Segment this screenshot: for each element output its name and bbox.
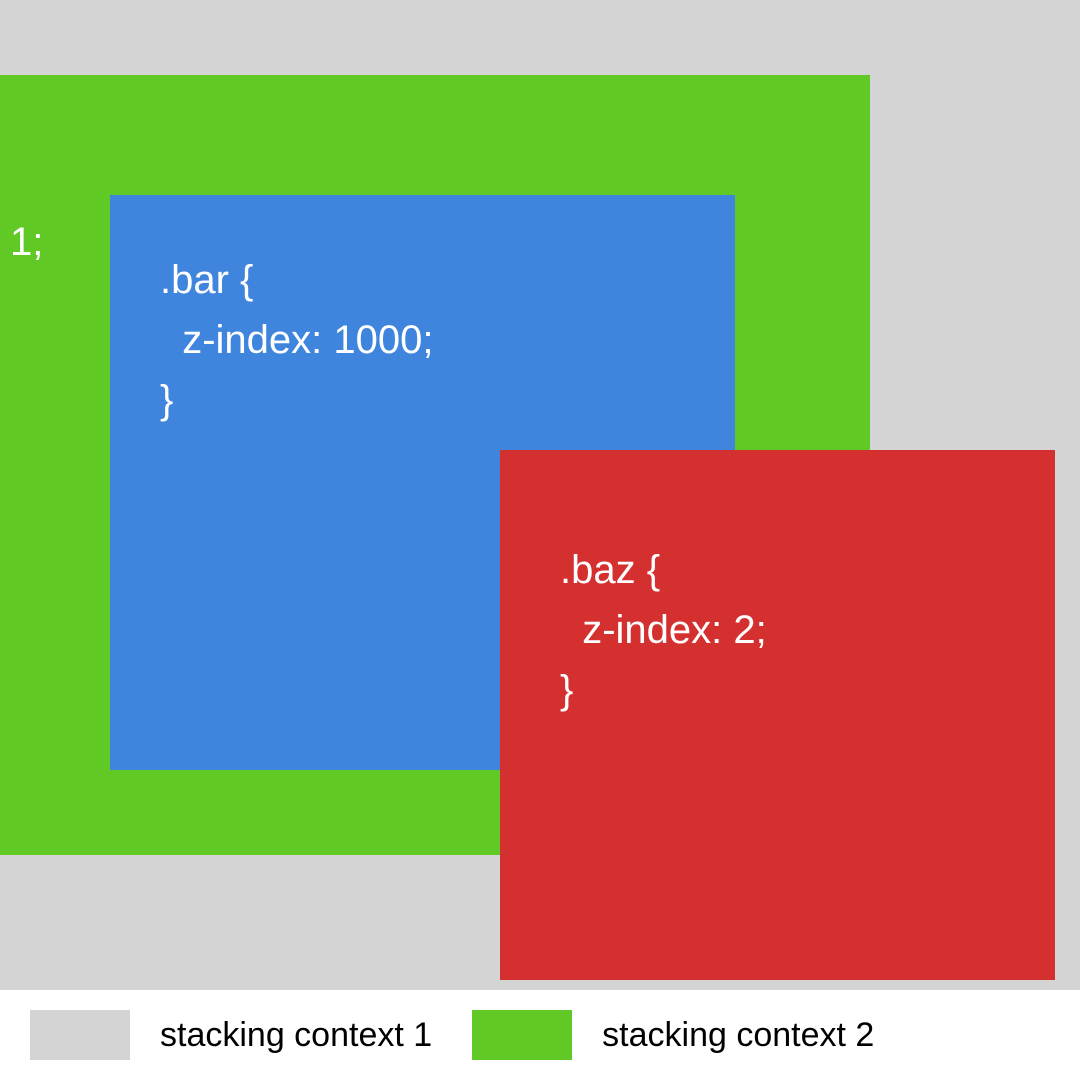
legend-label-context-1: stacking context 1 [160,1016,432,1055]
legend: stacking context 1 stacking context 2 [0,990,1080,1080]
diagram-canvas: 1; .bar { z-index: 1000; } .baz { z-inde… [0,0,1080,990]
baz-code-block: .baz { z-index: 2; } [560,540,995,720]
bar-code-block: .bar { z-index: 1000; } [160,250,685,430]
legend-swatch-green [472,1010,572,1060]
legend-item-context-2: stacking context 2 [472,1010,874,1060]
red-baz-box: .baz { z-index: 2; } [500,450,1055,980]
legend-label-context-2: stacking context 2 [602,1016,874,1055]
legend-swatch-grey [30,1010,130,1060]
legend-item-context-1: stacking context 1 [30,1010,432,1060]
green-code-fragment: 1; [10,220,43,265]
